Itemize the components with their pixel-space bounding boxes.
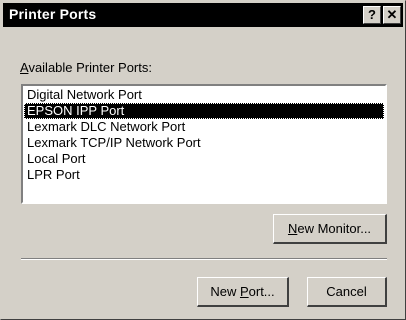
list-item[interactable]: Lexmark DLC Network Port <box>24 119 384 135</box>
list-item-selected[interactable]: EPSON IPP Port <box>24 103 384 119</box>
new-port-mnemonic: P <box>239 284 249 299</box>
label-rest: vailable Printer Ports: <box>28 60 152 75</box>
new-monitor-mnemonic: N <box>287 221 298 236</box>
question-mark-icon: ? <box>368 7 376 22</box>
new-port-button[interactable]: New Port... <box>197 277 289 307</box>
new-port-pre: New <box>210 284 240 299</box>
ports-listbox[interactable]: Digital Network Port EPSON IPP Port Lexm… <box>21 84 387 204</box>
list-item[interactable]: Local Port <box>24 151 384 167</box>
list-item[interactable]: Lexmark TCP/IP Network Port <box>24 135 384 151</box>
dialog-title: Printer Ports <box>9 6 97 22</box>
list-item[interactable]: LPR Port <box>24 167 384 183</box>
list-item[interactable]: Digital Network Port <box>24 87 384 103</box>
close-button[interactable]: ✕ <box>383 6 401 24</box>
new-monitor-button[interactable]: New Monitor... <box>273 214 387 244</box>
title-bar[interactable]: Printer Ports ? ✕ <box>3 3 403 27</box>
printer-ports-dialog: Printer Ports ? ✕ Available Printer Port… <box>0 0 406 320</box>
help-button[interactable]: ? <box>363 6 381 24</box>
close-icon: ✕ <box>386 7 398 22</box>
cancel-button[interactable]: Cancel <box>307 277 387 307</box>
separator <box>21 258 387 260</box>
new-port-rest: ort... <box>248 284 275 299</box>
new-monitor-rest: ew Monitor... <box>297 221 372 236</box>
available-ports-label: Available Printer Ports: <box>20 60 152 75</box>
